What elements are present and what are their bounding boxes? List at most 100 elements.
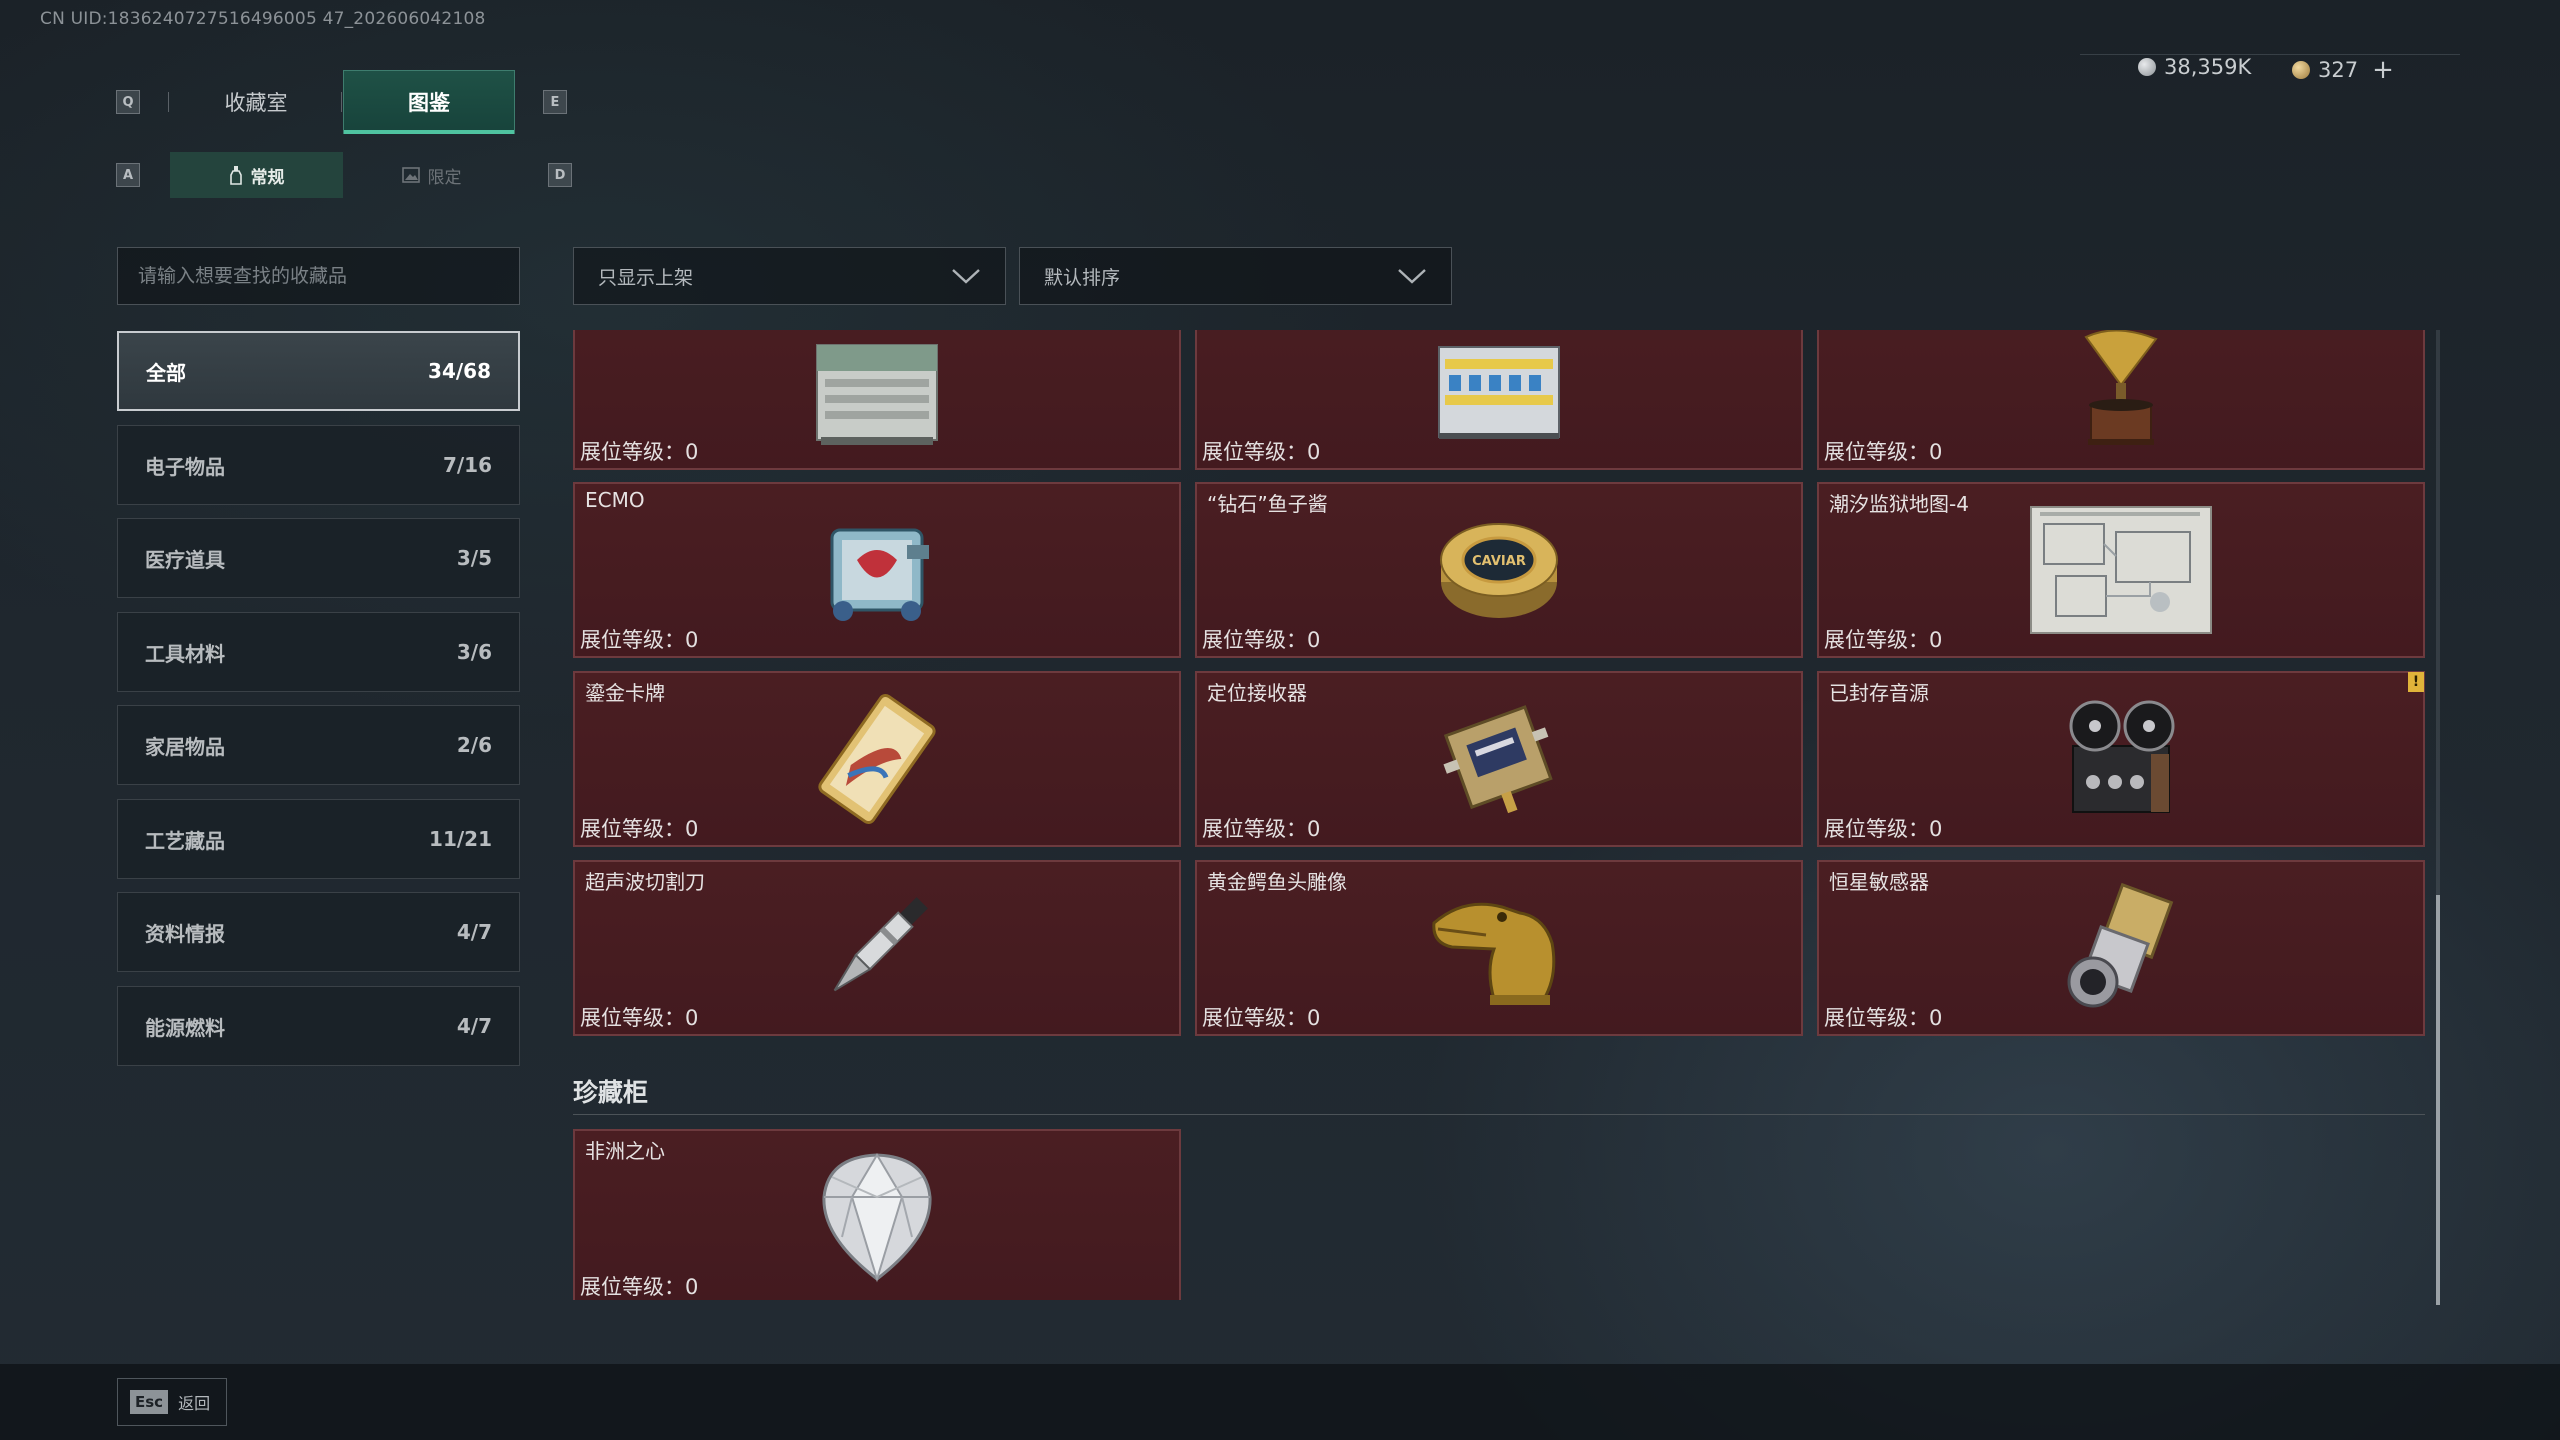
category-label: 家居物品 (145, 734, 225, 759)
ecmo-machine-icon (830, 528, 929, 621)
tab-next-key[interactable]: E (543, 90, 567, 114)
category-medical[interactable]: 医疗道具 3/5 (117, 518, 520, 598)
item-name: 超声波切割刀 (585, 870, 705, 894)
level-value: 0 (1307, 440, 1321, 464)
item-card[interactable]: 黄金鳄鱼头雕像 展位等级：0 (1195, 860, 1803, 1036)
item-card[interactable]: 已封存音源 ! 展位等级：0 (1817, 671, 2425, 847)
subtab-prev-key[interactable]: A (116, 163, 140, 187)
category-label: 电子物品 (145, 454, 225, 479)
tab-prev-key[interactable]: Q (116, 90, 140, 114)
category-electronics[interactable]: 电子物品 7/16 (117, 425, 520, 505)
level-label: 展位等级： (580, 817, 685, 841)
chevron-down-icon (1398, 269, 1426, 284)
item-name: 非洲之心 (585, 1139, 665, 1163)
display-filter-value: 只显示上架 (598, 266, 694, 289)
level-label: 展位等级： (1824, 817, 1929, 841)
item-name: 潮汐监狱地图-4 (1829, 492, 1969, 516)
level-label: 展位等级： (580, 1006, 685, 1030)
category-crafts[interactable]: 工艺藏品 11/21 (117, 799, 520, 879)
tab-catalog[interactable]: 图鉴 (343, 70, 515, 134)
level-label: 展位等级： (1824, 1006, 1929, 1030)
category-tools[interactable]: 工具材料 3/6 (117, 612, 520, 692)
silver-amount: 38,359K (2164, 55, 2252, 79)
item-level: 展位等级：0 (1202, 813, 1320, 843)
item-level: 展位等级：0 (1824, 813, 1942, 843)
item-level: 展位等级：0 (1202, 624, 1320, 654)
search-input[interactable] (117, 247, 520, 305)
level-label: 展位等级： (1202, 1006, 1307, 1030)
subtab-regular[interactable]: 常规 (170, 152, 343, 198)
item-name: “钻石”鱼子酱 (1207, 492, 1328, 516)
level-value: 0 (1929, 628, 1943, 652)
star-sensor-icon (2067, 882, 2174, 1008)
tab-label: 收藏室 (224, 91, 288, 115)
section-title: 珍藏柜 (573, 1078, 649, 1107)
bottom-bar (0, 1364, 2560, 1440)
scrollbar-thumb[interactable] (2436, 895, 2440, 1305)
item-card[interactable]: 展位等级：0 (1195, 330, 1803, 470)
item-card[interactable]: 非洲之心 展位等级：0 (573, 1129, 1181, 1300)
gilded-card-icon (818, 693, 936, 825)
category-count: 11/21 (429, 827, 492, 851)
item-card[interactable]: “钻石”鱼子酱 CAVIAR 展位等级：0 (1195, 482, 1803, 658)
item-card[interactable]: 鎏金卡牌 展位等级：0 (573, 671, 1181, 847)
esc-key: Esc (130, 1390, 169, 1414)
sort-select[interactable]: 默认排序 (1019, 247, 1452, 305)
croc-statue-icon (1432, 902, 1556, 1005)
level-value: 0 (1929, 1006, 1943, 1030)
level-label: 展位等级： (1202, 817, 1307, 841)
category-count: 3/6 (456, 640, 492, 664)
image-icon (401, 167, 420, 183)
category-count: 4/7 (456, 920, 492, 944)
item-card[interactable]: ECMO 展位等级：0 (573, 482, 1181, 658)
new-badge: ! (2408, 672, 2424, 692)
subtab-label: 常规 (250, 167, 285, 188)
item-card[interactable]: 展位等级：0 (1817, 330, 2425, 470)
map-icon (2030, 506, 2212, 634)
level-label: 展位等级： (1824, 440, 1929, 464)
silver-coin-icon (2138, 58, 2156, 76)
tape-recorder-icon (2069, 700, 2175, 813)
item-name: 定位接收器 (1207, 681, 1307, 705)
back-button[interactable]: Esc 返回 (117, 1378, 227, 1426)
gramophone-icon (2084, 330, 2158, 445)
category-household[interactable]: 家居物品 2/6 (117, 705, 520, 785)
item-level: 展位等级：0 (1824, 1002, 1942, 1032)
level-value: 0 (685, 1006, 699, 1030)
sort-value: 默认排序 (1044, 266, 1121, 289)
item-card[interactable]: 恒星敏感器 展位等级：0 (1817, 860, 2425, 1036)
level-label: 展位等级： (1202, 440, 1307, 464)
item-card[interactable]: 定位接收器 展位等级：0 (1195, 671, 1803, 847)
item-name: 恒星敏感器 (1829, 870, 1929, 894)
category-count: 3/5 (456, 546, 492, 570)
currency-bar (2080, 54, 2460, 88)
level-value: 0 (1307, 1006, 1321, 1030)
item-card[interactable]: 超声波切割刀 展位等级：0 (573, 860, 1181, 1036)
item-name: 已封存音源 (1829, 681, 1929, 705)
item-level: 展位等级：0 (580, 624, 698, 654)
item-level: 展位等级：0 (580, 1271, 698, 1300)
category-all[interactable]: 全部 34/68 (117, 331, 520, 411)
level-value: 0 (685, 817, 699, 841)
category-label: 医疗道具 (145, 547, 225, 572)
subtab-limited[interactable]: 限定 (345, 152, 518, 198)
tab-divider (341, 92, 342, 112)
add-currency-button[interactable]: + (2372, 55, 2394, 85)
item-level: 展位等级：0 (580, 1002, 698, 1032)
item-card[interactable]: 展位等级：0 (573, 330, 1181, 470)
item-name: 鎏金卡牌 (585, 681, 665, 705)
level-label: 展位等级： (1202, 628, 1307, 652)
category-intel[interactable]: 资料情报 4/7 (117, 892, 520, 972)
category-label: 工艺藏品 (145, 828, 225, 853)
level-label: 展位等级： (580, 440, 685, 464)
battery-pack-icon (1438, 345, 1560, 439)
item-level: 展位等级：0 (580, 813, 698, 843)
category-label: 资料情报 (145, 921, 225, 946)
display-filter-select[interactable]: 只显示上架 (573, 247, 1006, 305)
uid-text: CN UID:1836240727516496005 47_2026060421… (40, 9, 486, 29)
tab-collection-room[interactable]: 收藏室 (170, 70, 342, 134)
section-divider (573, 1114, 2425, 1115)
subtab-next-key[interactable]: D (548, 163, 572, 187)
item-card[interactable]: 潮汐监狱地图-4 展位等级：0 (1817, 482, 2425, 658)
category-energy[interactable]: 能源燃料 4/7 (117, 986, 520, 1066)
